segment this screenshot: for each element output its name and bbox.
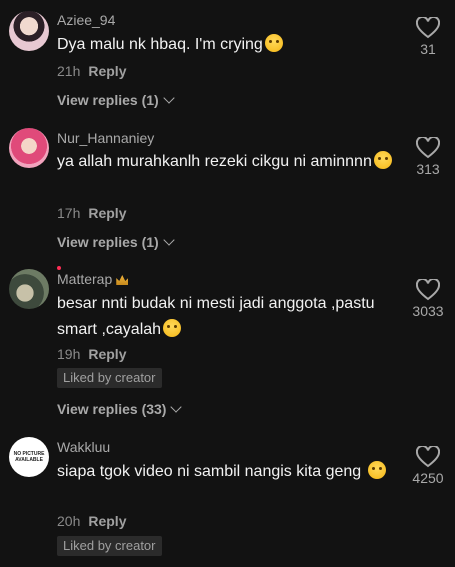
- view-replies-label: View replies (33): [57, 401, 167, 417]
- like-count: 3033: [412, 303, 444, 319]
- grinning-emoji-icon: [163, 319, 182, 337]
- heart-icon: [416, 17, 440, 39]
- comment-meta: 21h Reply: [57, 63, 126, 79]
- view-replies-button[interactable]: View replies (33): [57, 401, 183, 417]
- crying-emoji-icon: [367, 461, 386, 479]
- comment-time: 20h: [57, 513, 81, 529]
- like-button[interactable]: 31: [403, 17, 453, 57]
- username-label: Matterap: [57, 271, 113, 287]
- comment-text-body: siapa tgok video ni sambil nangis kita g…: [57, 463, 362, 480]
- comment-meta: 20h Reply: [57, 513, 126, 529]
- chevron-down-icon: [163, 234, 175, 246]
- chevron-down-icon: [163, 92, 175, 104]
- view-replies-button[interactable]: View replies (1): [57, 234, 175, 250]
- view-replies-label: View replies (1): [57, 234, 159, 250]
- like-button[interactable]: 4250: [403, 446, 453, 486]
- heart-icon: [416, 137, 440, 159]
- like-button[interactable]: 3033: [403, 279, 453, 319]
- reply-button[interactable]: Reply: [88, 346, 126, 362]
- username[interactable]: Matterap: [57, 271, 129, 287]
- crown-icon: [116, 275, 129, 285]
- username[interactable]: Aziee_94: [57, 12, 115, 28]
- crying-emoji-icon: [264, 34, 283, 52]
- view-replies-label: View replies (1): [57, 92, 159, 108]
- avatar[interactable]: [9, 269, 49, 309]
- liked-by-creator-badge: Liked by creator: [57, 536, 162, 556]
- comment-time: 17h: [57, 205, 81, 221]
- username[interactable]: Wakkluu: [57, 439, 110, 455]
- chevron-down-icon: [170, 401, 183, 413]
- username[interactable]: Nur_Hannaniey: [57, 130, 154, 146]
- comment-text: besar nnti budak ni mesti jadi anggota ,…: [57, 291, 397, 343]
- comment-time: 19h: [57, 346, 81, 362]
- like-button[interactable]: 313: [403, 137, 453, 177]
- comment-time: 21h: [57, 63, 81, 79]
- avatar-placeholder-text: NO PICTURE AVAILABLE: [13, 451, 45, 463]
- comment-meta: 19h Reply: [57, 346, 126, 362]
- comment-text-body: Dya malu nk hbaq. I'm crying: [57, 36, 263, 53]
- comment-text: siapa tgok video ni sambil nangis kita g…: [57, 459, 397, 485]
- comment-text: Dya malu nk hbaq. I'm crying: [57, 32, 397, 58]
- live-indicator: [57, 266, 61, 270]
- heart-icon: [416, 279, 440, 301]
- comment-text-body: ya allah murahkanlh rezeki cikgu ni amin…: [57, 153, 372, 170]
- avatar[interactable]: [9, 11, 49, 51]
- pleading-emoji-icon: [373, 151, 392, 169]
- avatar[interactable]: [9, 128, 49, 168]
- like-count: 4250: [412, 470, 444, 486]
- heart-icon: [416, 446, 440, 468]
- avatar[interactable]: NO PICTURE AVAILABLE: [9, 437, 49, 477]
- reply-button[interactable]: Reply: [88, 513, 126, 529]
- like-count: 313: [416, 161, 440, 177]
- liked-by-creator-badge: Liked by creator: [57, 368, 162, 388]
- view-replies-button[interactable]: View replies (1): [57, 92, 175, 108]
- comment-text-body: besar nnti budak ni mesti jadi anggota ,…: [57, 295, 375, 338]
- comment-meta: 17h Reply: [57, 205, 126, 221]
- reply-button[interactable]: Reply: [88, 63, 126, 79]
- like-count: 31: [420, 41, 436, 57]
- reply-button[interactable]: Reply: [88, 205, 126, 221]
- comment-text: ya allah murahkanlh rezeki cikgu ni amin…: [57, 149, 397, 175]
